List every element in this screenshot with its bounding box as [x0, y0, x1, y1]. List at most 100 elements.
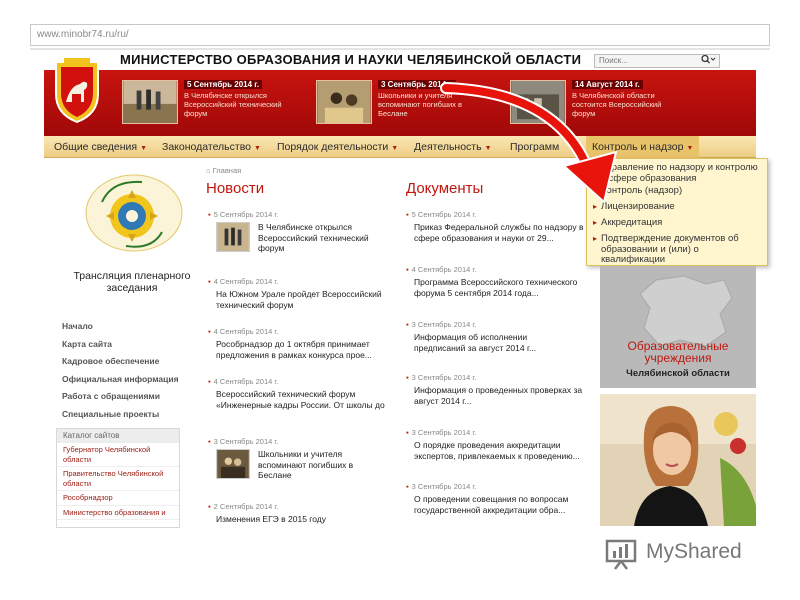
document-item-date: 5 Сентябрь 2014 г.	[411, 210, 477, 219]
sidebar-link-home[interactable]: Начало	[62, 318, 179, 336]
banner-news-2[interactable]: 3 Сентябрь 2014 г. Школьники и учителя в…	[316, 80, 492, 124]
horizontal-scrollbar[interactable]	[30, 48, 770, 50]
catalog-item-ministry[interactable]: Министерство образования и	[57, 506, 179, 520]
nav-procedure[interactable]: Порядок деятельности ▼	[277, 136, 398, 158]
news-item-date: 4 Сентябрь 2014 г.	[213, 377, 279, 386]
bullet-icon: ▪	[406, 210, 409, 219]
news-item-text: Школьники и учителя вспоминают погибших …	[258, 449, 354, 480]
site-title: МИНИСТЕРСТВО ОБРАЗОВАНИЯ И НАУКИ ЧЕЛЯБИН…	[120, 52, 582, 67]
sidebar-link-appeals[interactable]: Работа с обращениями	[62, 388, 179, 406]
search-input[interactable]: Поиск...	[594, 54, 720, 68]
banner-news-3-text: В Челябинской области состоится Всеросси…	[572, 91, 662, 118]
nav-activity[interactable]: Деятельность ▼	[414, 136, 492, 158]
banner-news-2-thumbnail	[316, 80, 372, 124]
address-bar[interactable]: www.minobr74.ru/ru/	[30, 24, 770, 46]
main-nav: Общие сведения ▼ Законодательство ▼ Порядо…	[44, 136, 756, 158]
sidebar-link-official-info[interactable]: Официальная информация	[62, 371, 179, 389]
banner-news-1-thumbnail	[122, 80, 178, 124]
news-item-date: 3 Сентябрь 2014 г.	[213, 437, 279, 446]
banner-news-1-text: В Челябинске открылся Всероссийский техн…	[184, 91, 282, 118]
bullet-icon: ▪	[406, 428, 409, 437]
sidebar-link-sitemap[interactable]: Карта сайта	[62, 336, 179, 354]
banner-news-3[interactable]: 14 Август 2014 г. В Челябинской области …	[510, 80, 686, 124]
institutions-map-banner[interactable]: Образовательные учреждения Челябинской о…	[600, 266, 756, 388]
chevron-down-icon: ▼	[254, 145, 261, 152]
catalog-item-governor[interactable]: Губернатор Челябинской области	[57, 443, 179, 467]
nav-activity-label: Деятельность	[414, 141, 482, 153]
chevron-down-icon: ▼	[686, 145, 694, 152]
banner-news-3-thumbnail	[510, 80, 566, 124]
map-title: Образовательные учреждения	[627, 339, 729, 365]
dropdown-item-licensing[interactable]: Лицензирование	[593, 201, 765, 213]
nav-legislation[interactable]: Законодательство ▼	[162, 136, 261, 158]
home-icon[interactable]: ⌂	[206, 166, 211, 175]
search-placeholder: Поиск...	[599, 56, 628, 65]
bullet-icon: ▪	[208, 437, 211, 446]
document-item[interactable]: ▪ 4 Сентябрь 2014 г. Программа Всероссийс…	[406, 265, 588, 298]
catalog-item-rosobrnadzor[interactable]: Рособрнадзор	[57, 491, 179, 506]
chevron-down-icon: ▼	[391, 145, 399, 152]
document-item[interactable]: ▪ 3 Сентябрь 2014 г. Информация о проведе…	[406, 373, 586, 406]
document-item-date: 3 Сентябрь 2014 г.	[411, 428, 477, 437]
news-item[interactable]: ▪ 2 Сентябрь 2014 г. Изменения ЕГЭ в 2015…	[208, 502, 388, 525]
nav-programs[interactable]: Программ	[510, 136, 559, 158]
dropdown-item-supervision-department[interactable]: Управление по надзору и контролю в сфере…	[593, 162, 765, 184]
nav-control-supervision-label: Контроль и надзор	[592, 141, 684, 153]
banner-news-2-date: 3 Сентябрь 2014 г.	[378, 80, 457, 89]
document-item-text: О проведении совещания по вопросам госуд…	[414, 494, 569, 515]
nav-control-supervision[interactable]: Контроль и надзор ▼	[586, 136, 700, 158]
document-item-date: 3 Сентябрь 2014 г.	[411, 373, 477, 382]
breadcrumb-home[interactable]: Главная	[213, 166, 242, 175]
nav-programs-label: Программ	[510, 141, 560, 153]
document-item-text: О порядке проведения аккредитации экспер…	[414, 440, 580, 461]
nav-legislation-label: Законодательство	[162, 141, 252, 153]
sidebar-links: Начало Карта сайта Кадровое обеспечение …	[62, 318, 179, 423]
news-item[interactable]: ▪ 4 Сентябрь 2014 г. Рособрнадзор до 1 ок…	[208, 327, 392, 360]
watermark-text: MyShared	[646, 540, 742, 563]
dropdown-item-document-confirmation[interactable]: Подтверждение документов об образовании …	[593, 233, 765, 266]
search-button[interactable]	[697, 54, 719, 68]
dropdown-item-control[interactable]: Контроль (надзор)	[593, 185, 765, 197]
document-item-date: 3 Сентябрь 2014 г.	[411, 320, 477, 329]
news-item-thumbnail	[216, 449, 250, 479]
bullet-icon: ▪	[208, 502, 211, 511]
chevron-down-icon: ▼	[484, 145, 492, 152]
document-item[interactable]: ▪ 3 Сентябрь 2014 г. О порядке проведения…	[406, 428, 592, 461]
documents-title[interactable]: Документы	[406, 180, 483, 197]
news-item[interactable]: ▪ 5 Сентябрь 2014 г. В Челябинске открылс…	[208, 210, 388, 254]
map-subtitle: Челябинской области	[626, 368, 730, 379]
document-item[interactable]: ▪ 3 Сентябрь 2014 г. О проведении совещан…	[406, 482, 588, 515]
search-icon	[701, 54, 716, 64]
news-item-date: 2 Сентябрь 2014 г.	[213, 502, 279, 511]
news-item[interactable]: ▪ 4 Сентябрь 2014 г. На Южном Урале пройд…	[208, 277, 396, 310]
bullet-icon: ▪	[406, 482, 409, 491]
sidebar-link-staffing[interactable]: Кадровое обеспечение	[62, 353, 179, 371]
page: { "browser": { "url": "www.minobr74.ru/r…	[0, 0, 800, 600]
bullet-icon: ▪	[406, 373, 409, 382]
document-item-text: Приказ Федеральной службы по надзору в с…	[414, 222, 584, 243]
news-title[interactable]: Новости	[206, 180, 264, 197]
dropdown-item-accreditation[interactable]: Аккредитация	[593, 217, 765, 229]
url-text: www.minobr74.ru/ru/	[37, 29, 129, 40]
news-item[interactable]: ▪ 3 Сентябрь 2014 г. Школьники и учителя …	[208, 437, 388, 481]
catalog-item-government[interactable]: Правительство Челябинской области	[57, 467, 179, 491]
broadcast-link[interactable]: Трансляция пленарного заседания	[64, 270, 200, 294]
document-item-text: Программа Всероссийского технического фо…	[414, 277, 578, 298]
forum-logo[interactable]	[82, 172, 186, 254]
breadcrumb: ⌂ Главная	[206, 166, 241, 175]
coat-of-arms-icon[interactable]	[50, 56, 104, 124]
document-item[interactable]: ▪ 3 Сентябрь 2014 г. Информация об исполн…	[406, 320, 556, 353]
bullet-icon: ▪	[208, 277, 211, 286]
news-item-date: 4 Сентябрь 2014 г.	[213, 277, 279, 286]
banner-news-1[interactable]: 5 Сентябрь 2014 г. В Челябинске открылся…	[122, 80, 298, 124]
chevron-down-icon: ▼	[140, 145, 148, 152]
banner-news-1-date: 5 Сентябрь 2014 г.	[184, 80, 263, 89]
document-item-date: 4 Сентябрь 2014 г.	[411, 265, 477, 274]
sidebar-link-special-projects[interactable]: Специальные проекты	[62, 406, 179, 424]
person-photo[interactable]	[600, 394, 756, 526]
document-item-date: 3 Сентябрь 2014 г.	[411, 482, 477, 491]
news-item[interactable]: ▪ 4 Сентябрь 2014 г. Всероссийский технич…	[208, 377, 394, 410]
document-item-text: Информация о проведенных проверках за ав…	[414, 385, 583, 406]
nav-general-info[interactable]: Общие сведения ▼	[54, 136, 147, 158]
document-item[interactable]: ▪ 5 Сентябрь 2014 г. Приказ Федеральной с…	[406, 210, 586, 243]
